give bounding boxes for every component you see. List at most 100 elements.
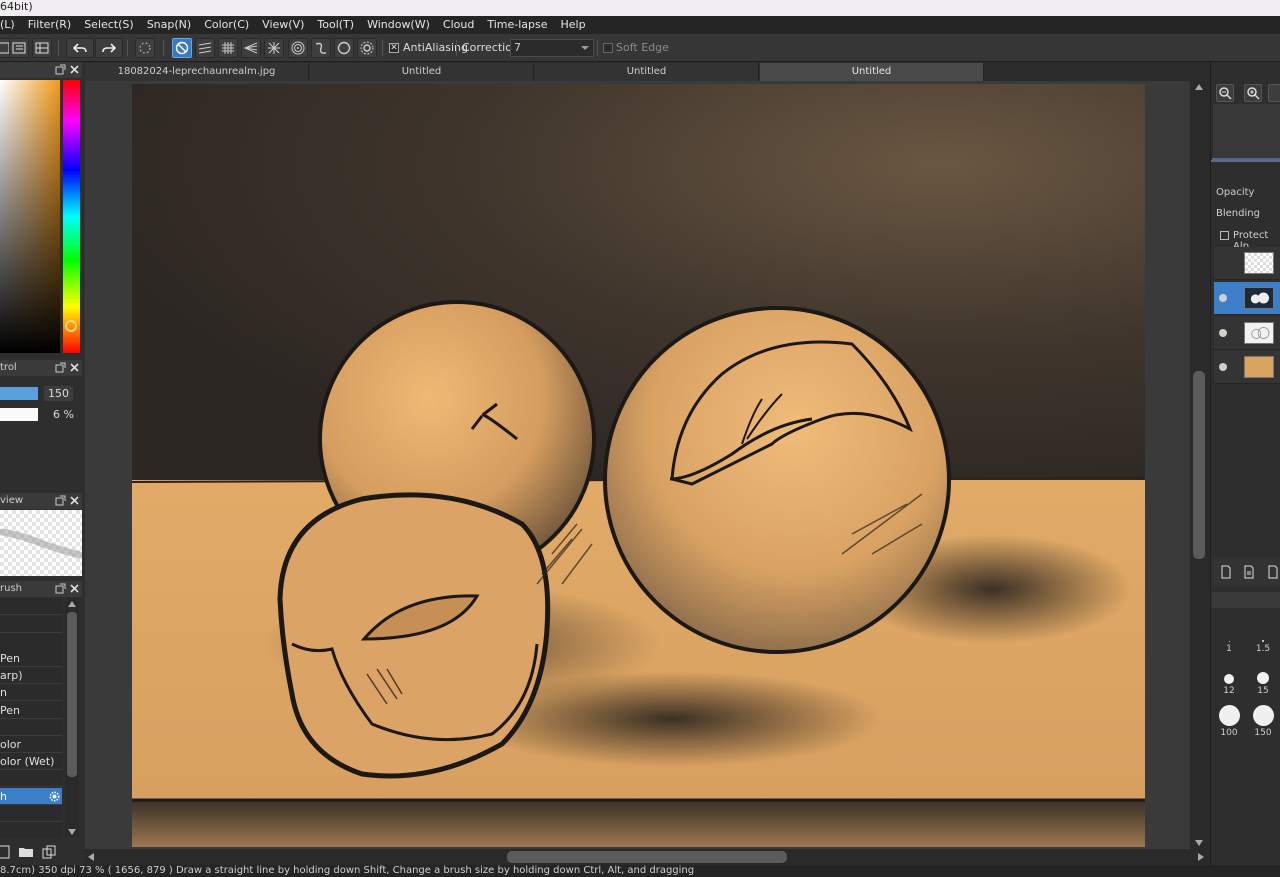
brush-size-1[interactable]: 1 (1212, 620, 1246, 654)
menu-snap[interactable]: Snap(N) (140, 16, 198, 34)
snap-curve-icon[interactable] (311, 38, 331, 58)
brush-item[interactable] (0, 719, 62, 736)
brush-item-fude-pen[interactable]: Pen (0, 702, 62, 719)
layer-item[interactable] (1214, 247, 1280, 280)
menu-select[interactable]: Select(S) (77, 16, 140, 34)
scroll-right-icon[interactable] (1198, 853, 1204, 861)
brush-size-value[interactable]: 150 (44, 386, 73, 401)
layer-item[interactable] (1214, 351, 1280, 384)
popout-icon[interactable] (55, 495, 66, 506)
brush-item-watercolor-wet[interactable]: olor (Wet) (0, 753, 62, 770)
brush-item-selected[interactable]: h (0, 788, 62, 805)
menu-window[interactable]: Window(W) (360, 16, 436, 34)
brush-item[interactable] (0, 770, 62, 787)
layer-list-icon[interactable] (9, 38, 29, 58)
brush-item-pencil[interactable]: n (0, 684, 62, 701)
brush-item[interactable] (0, 598, 62, 615)
popout-icon[interactable] (55, 362, 66, 373)
gear-icon[interactable] (49, 791, 60, 802)
redo-icon[interactable] (95, 38, 123, 58)
loading-icon[interactable] (135, 38, 155, 58)
tab-untitled-2[interactable]: Untitled (535, 63, 759, 81)
tab-untitled-1[interactable]: Untitled (310, 63, 534, 81)
scroll-left-icon[interactable] (88, 853, 94, 861)
menu-color[interactable]: Color(C) (197, 16, 255, 34)
brush-size-100[interactable]: 100 (1212, 704, 1246, 738)
brush-item-pen-sharp[interactable]: arp) (0, 667, 62, 684)
snap-ellipse-icon[interactable] (334, 38, 354, 58)
brush-size-1-5[interactable]: 1.5 (1246, 620, 1280, 654)
fit-view-icon[interactable] (1268, 84, 1280, 102)
duplicate-icon[interactable] (41, 844, 57, 860)
snap-circle-icon[interactable] (288, 38, 308, 58)
new-vector-layer-icon[interactable] (1241, 564, 1257, 580)
brush-size-150[interactable]: 150 (1246, 704, 1280, 738)
new-layer-icon[interactable] (1218, 564, 1234, 580)
layer-item-selected[interactable] (1214, 282, 1280, 315)
canvas-horizontal-scrollbar[interactable] (85, 849, 1210, 865)
brush-item[interactable] (0, 805, 62, 822)
color-saturation-picker[interactable] (0, 80, 60, 353)
snap-vanishing-icon[interactable] (241, 38, 261, 58)
snap-grid-icon[interactable] (218, 38, 238, 58)
brush-control-header: trol (0, 360, 82, 376)
drawing-canvas[interactable] (132, 84, 1145, 847)
popout-icon[interactable] (55, 64, 66, 75)
soft-edge-checkbox[interactable] (603, 43, 613, 53)
scroll-up-icon[interactable] (1195, 84, 1203, 90)
close-icon[interactable] (69, 64, 80, 75)
brush-size-slider[interactable] (0, 387, 38, 400)
zoom-out-icon[interactable] (1216, 84, 1234, 102)
undo-icon[interactable] (66, 38, 94, 58)
brush-size-12[interactable]: 12 (1212, 662, 1246, 696)
protect-alpha-checkbox[interactable] (1220, 231, 1229, 240)
antialiasing-checkbox[interactable]: ✕ (389, 43, 399, 53)
brush-item-pen[interactable]: Pen (0, 650, 62, 667)
right-panel (1210, 62, 1280, 865)
menu-filter[interactable]: Filter(R) (21, 16, 77, 34)
snap-off-icon[interactable] (172, 38, 192, 58)
hue-cursor[interactable] (65, 320, 77, 332)
layer-thumbnail (1244, 287, 1274, 309)
brush-item[interactable] (0, 616, 62, 633)
menu-cloud[interactable]: Cloud (436, 16, 480, 34)
scroll-down-icon[interactable] (68, 829, 76, 835)
hue-slider[interactable] (63, 80, 80, 353)
menu-help[interactable]: Help (554, 16, 592, 34)
eye-icon[interactable] (1219, 363, 1227, 371)
popout-icon[interactable] (55, 583, 66, 594)
folder-icon[interactable] (18, 844, 34, 860)
canvas-area[interactable] (85, 81, 1190, 849)
tab-leprechaunrealm[interactable]: 18082024-leprechaunrealm.jpg (85, 63, 309, 81)
canvas-vertical-scrollbar[interactable] (1190, 81, 1208, 849)
brush-opacity-slider[interactable] (0, 408, 38, 421)
brush-list-scrollbar[interactable] (65, 598, 79, 838)
menu-tool[interactable]: Tool(T) (310, 16, 360, 34)
brush-item-watercolor[interactable]: olor (0, 736, 62, 753)
brush-size-15[interactable]: 15 (1246, 662, 1280, 696)
new-brush-icon[interactable] (0, 844, 12, 860)
scrollbar-thumb[interactable] (507, 851, 787, 863)
menu-view[interactable]: View(V) (255, 16, 310, 34)
tab-untitled-3[interactable]: Untitled (760, 63, 984, 81)
snap-parallel-icon[interactable] (195, 38, 215, 58)
menu-time-lapse[interactable]: Time-lapse (480, 16, 553, 34)
correction-select[interactable]: 7 (510, 39, 594, 57)
scrollbar-thumb[interactable] (1193, 371, 1205, 559)
close-icon[interactable] (69, 583, 80, 594)
eye-icon[interactable] (1219, 329, 1227, 337)
scrollbar-thumb[interactable] (67, 612, 77, 777)
document-tabs: 18082024-leprechaunrealm.jpg Untitled Un… (85, 62, 1210, 81)
eye-icon[interactable] (1219, 294, 1227, 302)
zoom-in-icon[interactable] (1244, 84, 1262, 102)
layer-grid-icon[interactable] (32, 38, 52, 58)
menu-layer[interactable]: (L) (0, 16, 21, 34)
layer-item[interactable] (1214, 317, 1280, 350)
scroll-up-icon[interactable] (68, 601, 76, 607)
gear-icon[interactable] (357, 38, 377, 58)
new-halftone-layer-icon[interactable] (1265, 564, 1280, 580)
scroll-down-icon[interactable] (1195, 840, 1203, 846)
close-icon[interactable] (69, 495, 80, 506)
snap-radial-icon[interactable] (264, 38, 284, 58)
close-icon[interactable] (69, 362, 80, 373)
